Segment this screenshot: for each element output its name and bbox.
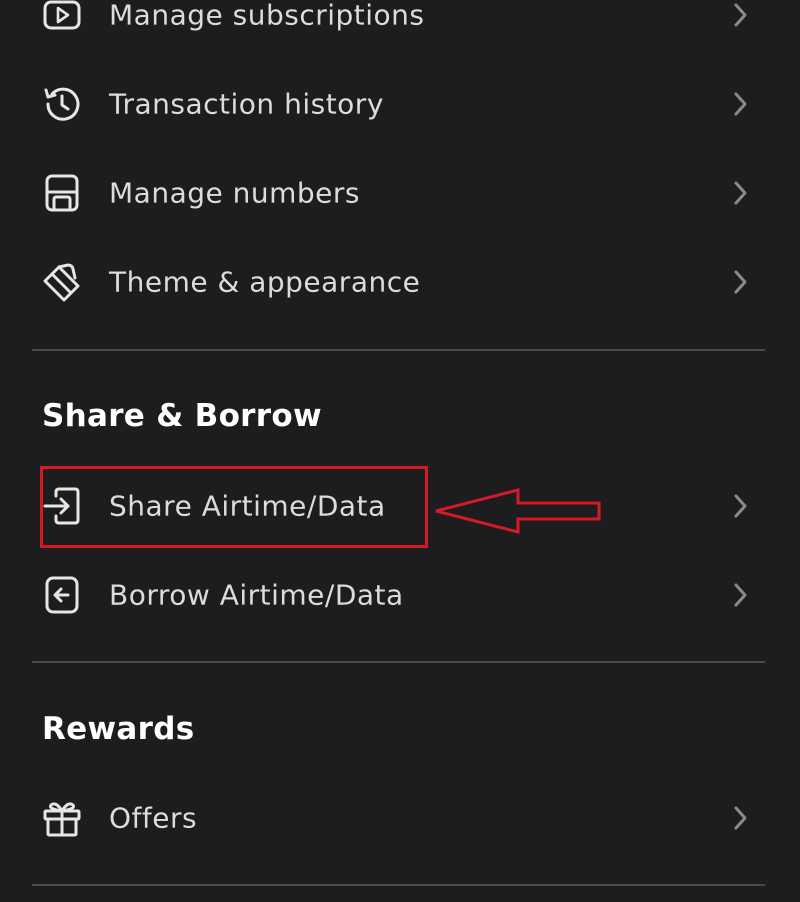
gift-icon — [42, 798, 82, 838]
chevron-right-icon — [728, 0, 752, 30]
menu-item-borrow-airtime-data[interactable]: Borrow Airtime/Data — [0, 559, 800, 631]
menu-item-manage-subscriptions[interactable]: Manage subscriptions — [0, 0, 800, 51]
section-title-rewards: Rewards — [42, 711, 195, 747]
history-icon — [42, 84, 82, 124]
menu-item-label: Theme & appearance — [109, 265, 421, 299]
section-divider — [32, 884, 765, 886]
chevron-right-icon — [728, 89, 752, 119]
chevron-right-icon — [728, 491, 752, 521]
borrow-icon — [42, 575, 82, 615]
paint-bucket-icon — [42, 262, 82, 302]
annotation-highlight-box — [40, 466, 428, 548]
chevron-right-icon — [728, 580, 752, 610]
menu-item-offers[interactable]: Offers — [0, 782, 800, 854]
annotation-arrow-icon — [435, 488, 601, 534]
menu-item-label: Borrow Airtime/Data — [109, 578, 404, 612]
menu-item-label: Manage numbers — [109, 176, 360, 210]
menu-item-label: Offers — [109, 801, 198, 835]
chevron-right-icon — [728, 267, 752, 297]
menu-item-label: Transaction history — [109, 87, 384, 121]
sim-card-icon — [42, 173, 82, 213]
menu-item-manage-numbers[interactable]: Manage numbers — [0, 157, 800, 229]
chevron-right-icon — [728, 803, 752, 833]
section-divider — [32, 661, 765, 663]
menu-item-theme-appearance[interactable]: Theme & appearance — [0, 246, 800, 318]
settings-screen: Manage subscriptions Transaction history — [0, 0, 800, 902]
play-icon — [42, 0, 82, 35]
section-divider — [32, 349, 765, 351]
section-title-share-borrow: Share & Borrow — [42, 398, 322, 434]
menu-item-transaction-history[interactable]: Transaction history — [0, 68, 800, 140]
menu-item-label: Manage subscriptions — [109, 0, 425, 32]
chevron-right-icon — [728, 178, 752, 208]
